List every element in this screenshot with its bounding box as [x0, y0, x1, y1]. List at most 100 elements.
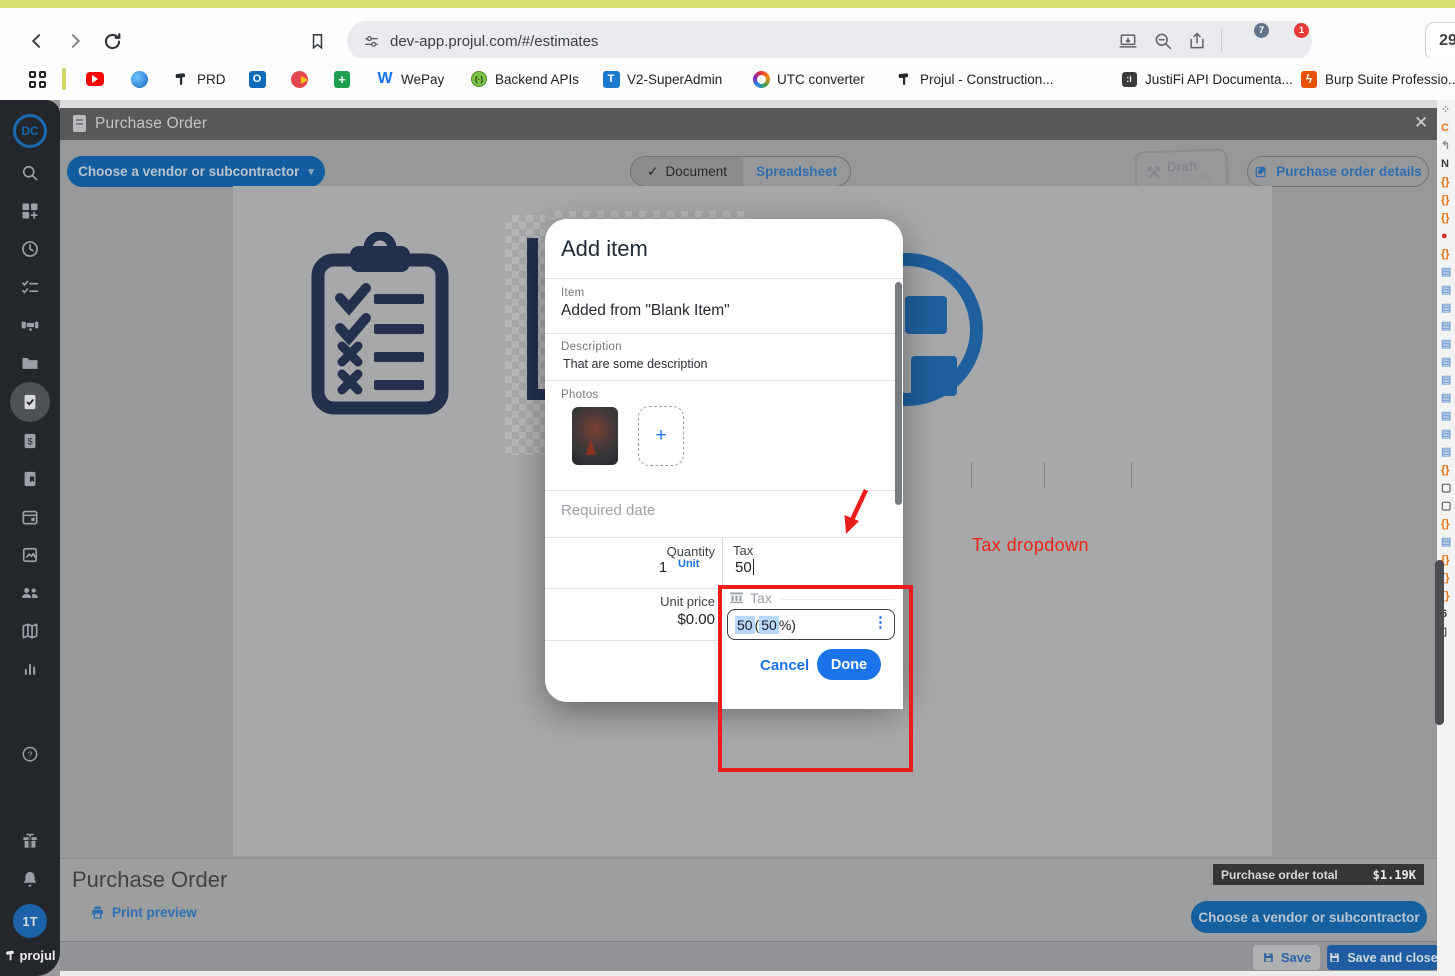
- save-button[interactable]: Save: [1253, 945, 1320, 970]
- photos-field-label: Photos: [561, 389, 599, 401]
- back-icon[interactable]: [22, 26, 52, 56]
- item-field-value[interactable]: Added from "Blank Item": [561, 302, 730, 320]
- tasks-icon[interactable]: [10, 268, 50, 306]
- add-item-dialog: Add item Item Added from "Blank Item" De…: [545, 219, 903, 709]
- folder-icon[interactable]: [10, 344, 50, 382]
- tab-document[interactable]: ✓ Document: [631, 157, 744, 186]
- edit-icon: [1255, 165, 1267, 178]
- panel-item-icon: ⁘: [1441, 104, 1451, 116]
- bookmark-utc-converter[interactable]: UTC converter: [752, 58, 865, 100]
- tax-field-value[interactable]: 50: [735, 559, 755, 576]
- panel-item-icon: C: [1441, 122, 1449, 134]
- done-button[interactable]: Done: [817, 649, 881, 680]
- map-icon[interactable]: [10, 612, 50, 650]
- gift-icon[interactable]: [10, 822, 50, 860]
- reload-icon[interactable]: [97, 26, 127, 56]
- panel-item-icon: ▤: [1441, 374, 1452, 386]
- bookmark-youtube[interactable]: [86, 58, 104, 100]
- url-text[interactable]: dev-app.projul.com/#/estimates: [390, 33, 598, 50]
- invoice-doc-dollar-icon[interactable]: $: [10, 422, 50, 460]
- required-date-field[interactable]: Required date: [561, 502, 655, 519]
- bookmark-outlook[interactable]: O: [248, 58, 266, 100]
- bookmark-drag-indicator: [62, 58, 66, 100]
- send-to-device-icon[interactable]: [1117, 31, 1139, 51]
- forward-icon[interactable]: [60, 26, 90, 56]
- tab-spreadsheet[interactable]: Spreadsheet: [743, 157, 850, 186]
- bookmark-justifi[interactable]: :i JustiFi API Documenta...: [1120, 58, 1293, 100]
- table-divider: [1131, 462, 1132, 488]
- api-icon: (·): [470, 70, 488, 88]
- unit-price-value[interactable]: $0.00: [605, 611, 715, 628]
- po-modal-title: Purchase Order: [95, 115, 208, 132]
- purchase-order-doc-icon: [73, 115, 86, 132]
- purchase-order-details-button[interactable]: Purchase order details: [1247, 156, 1429, 187]
- bookmark-target[interactable]: [290, 58, 308, 100]
- po-modal-header: Purchase Order ✕: [60, 108, 1437, 140]
- bell-icon[interactable]: [10, 860, 50, 898]
- tax-dropdown-input[interactable]: 50 (50%) ⋮: [727, 609, 895, 640]
- tune-icon[interactable]: [363, 33, 380, 50]
- people-icon[interactable]: [10, 574, 50, 612]
- bookmark-sheets[interactable]: +: [333, 58, 351, 100]
- panel-item-icon: ▤: [1441, 320, 1452, 332]
- brave-badge: 7: [1254, 23, 1269, 38]
- zoom-out-icon[interactable]: [1153, 31, 1173, 51]
- transparency-checker-top: [548, 211, 748, 219]
- bookmark-prd[interactable]: PRD: [172, 58, 226, 100]
- bookmark-v2-superadmin[interactable]: T V2-SuperAdmin: [602, 58, 722, 100]
- tab-counter[interactable]: 29: [1425, 22, 1455, 60]
- adguard-badge: 1: [1294, 23, 1309, 38]
- estimates-doc-check-icon[interactable]: [10, 382, 50, 422]
- bookmark-flag-icon[interactable]: [302, 26, 332, 56]
- view-toggle: ✓ Document Spreadsheet: [630, 156, 851, 187]
- bookmark-wepay[interactable]: W WePay: [376, 58, 444, 100]
- bookmark-projul[interactable]: Projul - Construction...: [895, 58, 1054, 100]
- calendar-icon[interactable]: [10, 498, 50, 536]
- add-photo-button[interactable]: +: [638, 406, 684, 466]
- help-icon[interactable]: ?: [10, 736, 50, 774]
- sheets-icon: +: [333, 70, 351, 88]
- background-image-fragment: [527, 389, 546, 400]
- panel-item-icon: ▤: [1441, 446, 1452, 458]
- quantity-value[interactable]: 1: [659, 560, 667, 576]
- photo-thumbnail[interactable]: [572, 407, 618, 465]
- po-footer-title: Purchase Order: [72, 867, 228, 892]
- more-options-icon[interactable]: ⋮: [873, 613, 888, 631]
- share-icon[interactable]: [1187, 31, 1207, 51]
- po-scrollbar-thumb[interactable]: [1435, 560, 1444, 725]
- choose-vendor-label: Choose a vendor or subcontractor: [78, 164, 300, 179]
- url-bar[interactable]: dev-app.projul.com/#/estimates 7 1: [347, 21, 1312, 61]
- save-and-close-button[interactable]: Save and close: [1327, 945, 1439, 970]
- bookmark-backend-apis[interactable]: (·) Backend APIs: [470, 58, 579, 100]
- workspace-avatar[interactable]: DC: [13, 114, 47, 148]
- unit-link[interactable]: Unit: [678, 558, 699, 570]
- tools-icon[interactable]: [10, 306, 50, 344]
- close-icon[interactable]: ✕: [1414, 113, 1428, 133]
- choose-vendor-button-bottom[interactable]: Choose a vendor or subcontractor: [1191, 901, 1427, 933]
- doc-bookmark-icon[interactable]: [10, 460, 50, 498]
- media-doc-icon[interactable]: [10, 536, 50, 574]
- print-preview-link[interactable]: Print preview: [90, 905, 197, 920]
- clock-icon[interactable]: [10, 230, 50, 268]
- search-icon[interactable]: [10, 154, 50, 192]
- report-chart-icon[interactable]: [10, 650, 50, 688]
- dialog-scrollbar-thumb[interactable]: [895, 282, 902, 505]
- choose-vendor-button-top[interactable]: Choose a vendor or subcontractor ▾: [67, 156, 325, 187]
- save-action-bar: Save Save and close: [60, 941, 1439, 971]
- svg-text:?: ?: [28, 750, 33, 760]
- bookmark-sphere[interactable]: [130, 58, 148, 100]
- apps-grid-icon[interactable]: [28, 58, 46, 100]
- user-avatar[interactable]: 1T: [13, 904, 47, 938]
- page-background-strip: [60, 100, 1437, 108]
- dashboard-icon[interactable]: [10, 192, 50, 230]
- table-divider: [1044, 462, 1045, 488]
- sphere-icon: [130, 70, 148, 88]
- brave-shield-icon[interactable]: 7: [1236, 23, 1269, 55]
- cancel-button[interactable]: Cancel: [760, 657, 809, 674]
- description-field-value[interactable]: That are some description: [563, 357, 708, 371]
- superadmin-icon: T: [602, 70, 620, 88]
- transparency-checker-strip: [505, 215, 545, 455]
- panel-item-icon: {}: [1441, 194, 1450, 206]
- adguard-icon[interactable]: 1: [1276, 23, 1309, 55]
- bookmark-burp[interactable]: ϟ Burp Suite Professio...: [1300, 58, 1455, 100]
